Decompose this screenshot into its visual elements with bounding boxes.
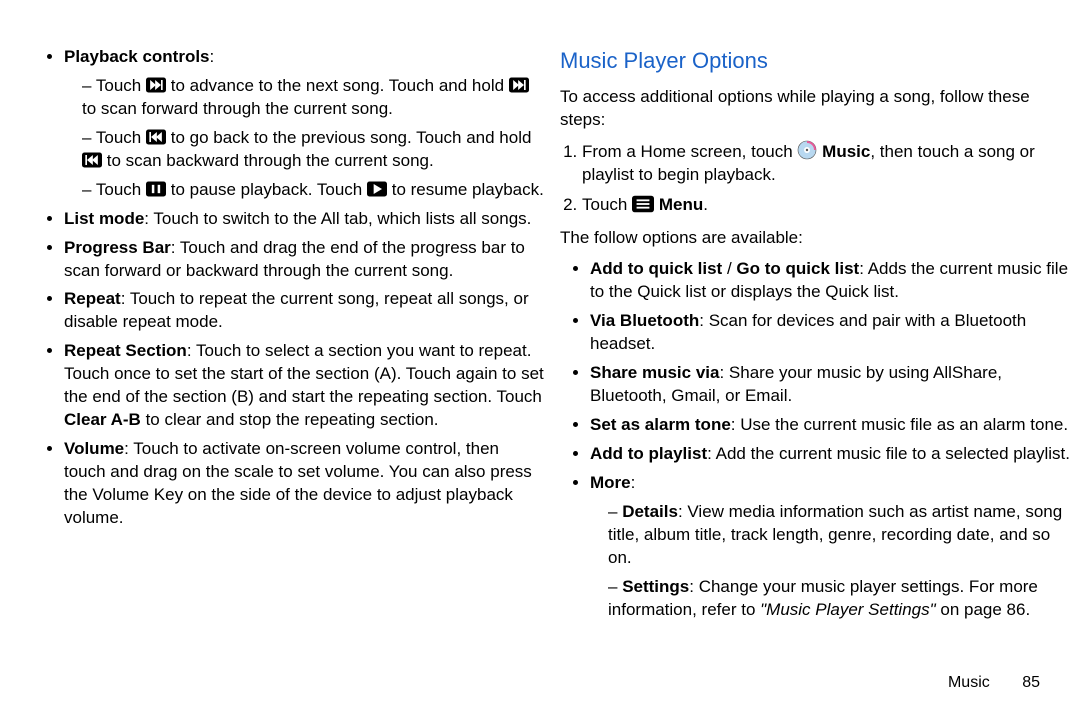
playback-controls-label: Playback controls (64, 47, 210, 66)
add-to-quick-list-item: Add to quick list / Go to quick list: Ad… (590, 258, 1070, 304)
options-intro-text: To access additional options while playi… (560, 86, 1070, 132)
menu-label: Menu (659, 195, 703, 214)
more-label: More (590, 473, 631, 492)
list-mode-item: List mode: Touch to switch to the All ta… (64, 208, 544, 231)
add-quick-label: Add to quick list (590, 259, 722, 278)
repeat-section-label: Repeat Section (64, 341, 187, 360)
steps-list: From a Home screen, touch Music, then to… (560, 140, 1070, 218)
play-icon (367, 180, 387, 198)
volume-item: Volume: Touch to activate on-screen volu… (64, 438, 544, 530)
playback-list: Playback controls: Touch to advance to t… (34, 46, 544, 530)
footer-section: Music (948, 674, 990, 691)
menu-icon (632, 195, 654, 213)
add-playlist-item: Add to playlist: Add the current music f… (590, 443, 1070, 466)
share-music-item: Share music via: Share your music by usi… (590, 362, 1070, 408)
playback-controls-item: Playback controls: Touch to advance to t… (64, 46, 544, 202)
list-mode-label: List mode (64, 209, 144, 228)
progress-bar-label: Progress Bar (64, 238, 171, 257)
pause-play-item: Touch to pause playback. Touch to resume… (82, 179, 544, 202)
prev-song-item: Touch to go back to the previous song. T… (82, 127, 544, 173)
options-list: Add to quick list / Go to quick list: Ad… (560, 258, 1070, 621)
more-sublist: Details: View media information such as … (590, 501, 1070, 622)
go-quick-label: Go to quick list (736, 259, 859, 278)
repeat-item: Repeat: Touch to repeat the current song… (64, 288, 544, 334)
manual-page: Playback controls: Touch to advance to t… (0, 0, 1080, 720)
more-item: More: Details: View media information su… (590, 472, 1070, 622)
left-column: Playback controls: Touch to advance to t… (34, 40, 544, 627)
add-playlist-label: Add to playlist (590, 444, 707, 463)
via-bluetooth-item: Via Bluetooth: Scan for devices and pair… (590, 310, 1070, 356)
repeat-label: Repeat (64, 289, 121, 308)
step-2: Touch Menu. (582, 194, 1070, 217)
via-bluetooth-label: Via Bluetooth (590, 311, 699, 330)
music-app-icon (797, 140, 817, 160)
two-column-layout: Playback controls: Touch to advance to t… (34, 40, 1070, 627)
clear-ab-label: Clear A-B (64, 410, 141, 429)
step-1: From a Home screen, touch Music, then to… (582, 140, 1070, 187)
details-item: Details: View media information such as … (608, 501, 1070, 570)
next-track-icon (146, 76, 166, 94)
next-song-item: Touch to advance to the next song. Touch… (82, 75, 544, 121)
music-label: Music (822, 142, 870, 161)
playback-controls-sublist: Touch to advance to the next song. Touch… (64, 75, 544, 202)
settings-item: Settings: Change your music player setti… (608, 576, 1070, 622)
page-footer: Music 85 (948, 672, 1040, 694)
set-alarm-label: Set as alarm tone (590, 415, 731, 434)
previous-track-hold-icon (82, 151, 102, 169)
progress-bar-item: Progress Bar: Touch and drag the end of … (64, 237, 544, 283)
set-alarm-item: Set as alarm tone: Use the current music… (590, 414, 1070, 437)
settings-label: Settings (622, 577, 689, 596)
footer-page-number: 85 (1022, 674, 1040, 691)
music-player-options-heading: Music Player Options (560, 46, 1070, 76)
settings-reference: "Music Player Settings" (760, 600, 936, 619)
volume-label: Volume (64, 439, 124, 458)
right-column: Music Player Options To access additiona… (560, 40, 1070, 627)
share-music-label: Share music via (590, 363, 719, 382)
repeat-section-item: Repeat Section: Touch to select a sectio… (64, 340, 544, 432)
next-track-hold-icon (509, 76, 529, 94)
details-label: Details (622, 502, 678, 521)
pause-icon (146, 180, 166, 198)
previous-track-icon (146, 128, 166, 146)
options-available-text: The follow options are available: (560, 227, 1070, 250)
